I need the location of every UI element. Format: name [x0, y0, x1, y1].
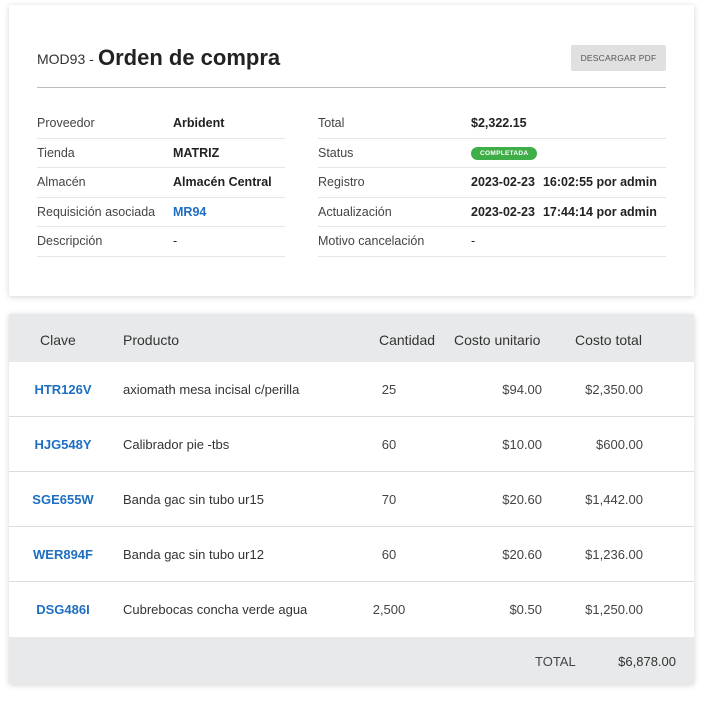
product-unit-cost: $94.00 [502, 382, 542, 397]
product-unit-cost: $20.60 [502, 492, 542, 507]
info-label: Proveedor [37, 116, 95, 130]
info-row-almacen: Almacén Almacén Central [37, 168, 285, 198]
column-header-cantidad: Cantidad [379, 332, 436, 348]
table-row: WER894F Banda gac sin tubo ur12 60 $20.6… [9, 527, 694, 582]
product-total-cost: $1,250.00 [585, 602, 643, 617]
info-label: Descripción [37, 234, 103, 248]
actualizacion-time: 17:44:14 por admin [542, 204, 657, 219]
info-label: Almacén [37, 175, 86, 189]
column-header-costo-total: Costo total [575, 332, 642, 348]
requisition-link[interactable]: MR94 [173, 205, 206, 219]
product-name: Banda gac sin tubo ur15 [123, 492, 264, 507]
product-name: Banda gac sin tubo ur12 [123, 547, 264, 562]
info-value: 2023-02-23 16:02:55 por admin [471, 175, 657, 189]
info-row-tienda: Tienda MATRIZ [37, 139, 285, 168]
info-row-status: Status COMPLETADA [318, 139, 666, 168]
column-header-clave: Clave [40, 332, 76, 348]
order-info-left: Proveedor Arbident Tienda MATRIZ Almacén… [37, 109, 285, 257]
info-value: MATRIZ [173, 145, 220, 160]
info-value: Arbident [173, 116, 225, 130]
info-label: Motivo cancelación [318, 234, 425, 248]
product-total-cost: $1,236.00 [585, 547, 643, 562]
info-row-motivo: Motivo cancelación - [318, 227, 666, 257]
table-row: DSG486I Cubrebocas concha verde agua 2,5… [9, 582, 694, 637]
product-unit-cost: $10.00 [502, 437, 542, 452]
products-table: Clave Producto Cantidad Costo unitario C… [9, 314, 694, 684]
product-quantity: 60 [381, 547, 397, 562]
order-code: MOD93 - [37, 51, 94, 67]
product-total-cost: $1,442.00 [585, 492, 643, 507]
product-unit-cost: $0.50 [509, 602, 542, 617]
info-row-registro: Registro 2023-02-23 16:02:55 por admin [318, 168, 666, 198]
info-value: Almacén Central [173, 175, 272, 189]
registro-date: 2023-02-23 [471, 175, 535, 189]
info-label: Tienda [37, 145, 75, 160]
total-label: TOTAL [535, 654, 576, 669]
product-quantity: 70 [381, 492, 397, 507]
product-quantity: 60 [381, 437, 397, 452]
table-row: HTR126V axiomath mesa incisal c/perilla … [9, 362, 694, 417]
info-row-requisicion: Requisición asociada MR94 [37, 198, 285, 227]
table-footer: TOTAL $6,878.00 [9, 637, 694, 684]
product-code-link[interactable]: WER894F [9, 547, 117, 562]
column-header-costo-unitario: Costo unitario [454, 332, 541, 348]
product-name: axiomath mesa incisal c/perilla [123, 382, 300, 397]
product-name: Cubrebocas concha verde agua [123, 602, 308, 617]
table-row: HJG548Y Calibrador pie -tbs 60 $10.00 $6… [9, 417, 694, 472]
product-name: Calibrador pie -tbs [123, 437, 230, 452]
info-label: Registro [318, 175, 365, 189]
info-label: Total [318, 116, 345, 130]
info-row-descripcion: Descripción - [37, 227, 285, 257]
column-header-producto: Producto [123, 332, 180, 348]
info-value: $2,322.15 [471, 116, 527, 130]
info-label: Requisición asociada [37, 204, 156, 219]
order-detail-card: MOD93 - Orden de compra DESCARGAR PDF Pr… [9, 5, 694, 296]
product-code-link[interactable]: SGE655W [9, 492, 117, 507]
page-title: Orden de compra [98, 45, 281, 70]
product-code-link[interactable]: HTR126V [9, 382, 117, 397]
info-value: - [173, 234, 178, 248]
info-row-total: Total $2,322.15 [318, 109, 666, 139]
info-label: Actualización [318, 204, 392, 219]
info-row-actualizacion: Actualización 2023-02-23 17:44:14 por adm… [318, 198, 666, 227]
product-unit-cost: $20.60 [502, 547, 542, 562]
actualizacion-date: 2023-02-23 [471, 204, 535, 219]
table-header: Clave Producto Cantidad Costo unitario C… [9, 314, 694, 362]
product-code-link[interactable]: HJG548Y [9, 437, 117, 452]
info-row-proveedor: Proveedor Arbident [37, 109, 285, 139]
product-total-cost: $600.00 [596, 437, 643, 452]
product-quantity: 2,500 [372, 602, 406, 617]
product-quantity: 25 [381, 382, 397, 397]
order-info-right: Total $2,322.15 Status COMPLETADA Regist… [318, 109, 666, 257]
product-code-link[interactable]: DSG486I [9, 602, 117, 617]
info-value: - [471, 234, 476, 248]
info-value: 2023-02-23 17:44:14 por admin [471, 205, 657, 219]
status-badge: COMPLETADA [471, 146, 538, 160]
total-value: $6,878.00 [618, 654, 676, 669]
registro-time: 16:02:55 por admin [542, 175, 657, 189]
order-header: MOD93 - Orden de compra DESCARGAR PDF [37, 45, 666, 88]
download-pdf-button[interactable]: DESCARGAR PDF [571, 45, 666, 71]
table-row: SGE655W Banda gac sin tubo ur15 70 $20.6… [9, 472, 694, 527]
info-label: Status [318, 145, 354, 160]
product-total-cost: $2,350.00 [585, 382, 643, 397]
